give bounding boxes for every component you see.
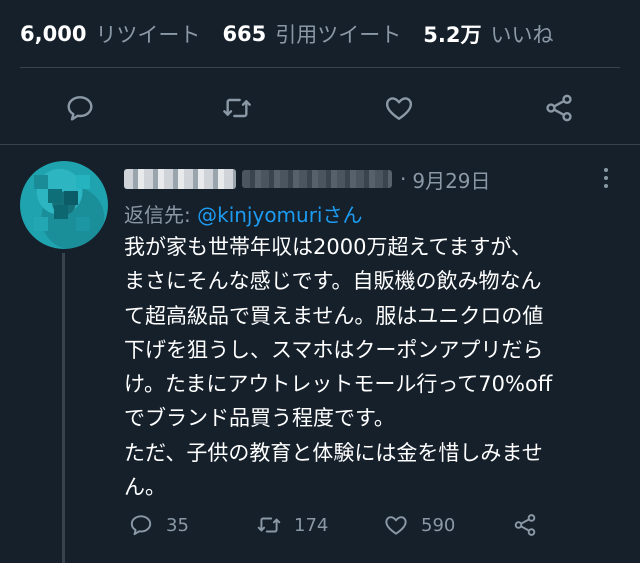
author-handle-redacted[interactable] bbox=[242, 170, 392, 188]
quote-tweet-count: 665 bbox=[222, 22, 267, 46]
reply-button[interactable]: 35 bbox=[128, 508, 189, 542]
author-row: · 9月29日 bbox=[124, 162, 491, 196]
reply-icon[interactable] bbox=[64, 92, 96, 124]
quote-tweet-stat[interactable]: 665 引用ツイート bbox=[222, 19, 401, 49]
reply-to-mention[interactable]: @kinjyomuri bbox=[197, 203, 322, 227]
like-label: いいね bbox=[490, 23, 554, 47]
like-button[interactable]: 590 bbox=[383, 508, 455, 542]
thread-line bbox=[62, 253, 65, 563]
separator-dot: · bbox=[400, 167, 407, 191]
tweet-date[interactable]: 9月29日 bbox=[412, 165, 490, 194]
reply-to-prefix: 返信先: bbox=[124, 203, 198, 227]
quote-tweet-label: 引用ツイート bbox=[275, 23, 402, 47]
tweet-text: 我が家も世帯年収は2000万超えてますが、 まさにそんな感じです。自販機の飲み物… bbox=[124, 235, 553, 500]
divider bbox=[0, 144, 640, 145]
share-button[interactable] bbox=[512, 508, 550, 542]
avatar[interactable] bbox=[20, 161, 108, 249]
retweet-count: 174 bbox=[294, 514, 329, 536]
like-icon bbox=[385, 516, 407, 535]
divider bbox=[20, 67, 620, 68]
retweet-stat[interactable]: 6,000 リツイート bbox=[20, 19, 200, 49]
like-stat[interactable]: 5.2万 いいね bbox=[423, 19, 553, 49]
retweet-label: リツイート bbox=[95, 23, 201, 47]
like-count: 590 bbox=[421, 514, 456, 536]
more-options-icon[interactable] bbox=[596, 164, 616, 192]
reply-action-bar: 35 174 590 bbox=[124, 508, 640, 542]
tweet-stats: 6,000 リツイート 665 引用ツイート 5.2万 いいね bbox=[20, 18, 640, 50]
reply-to-line: 返信先: @kinjyomuriさん bbox=[124, 199, 363, 228]
like-icon[interactable] bbox=[383, 92, 415, 124]
retweet-icon[interactable] bbox=[221, 92, 253, 124]
reply-icon bbox=[130, 515, 152, 536]
reply-to-suffix: さん bbox=[322, 203, 363, 227]
reply-count: 35 bbox=[166, 514, 189, 536]
author-name-redacted[interactable] bbox=[124, 169, 236, 189]
retweet-count: 6,000 bbox=[20, 22, 87, 46]
share-icon[interactable] bbox=[543, 92, 575, 124]
share-icon bbox=[514, 514, 536, 536]
like-count: 5.2万 bbox=[423, 23, 482, 47]
main-action-bar bbox=[0, 86, 640, 130]
retweet-icon bbox=[257, 517, 281, 533]
retweet-button[interactable]: 174 bbox=[256, 508, 328, 542]
